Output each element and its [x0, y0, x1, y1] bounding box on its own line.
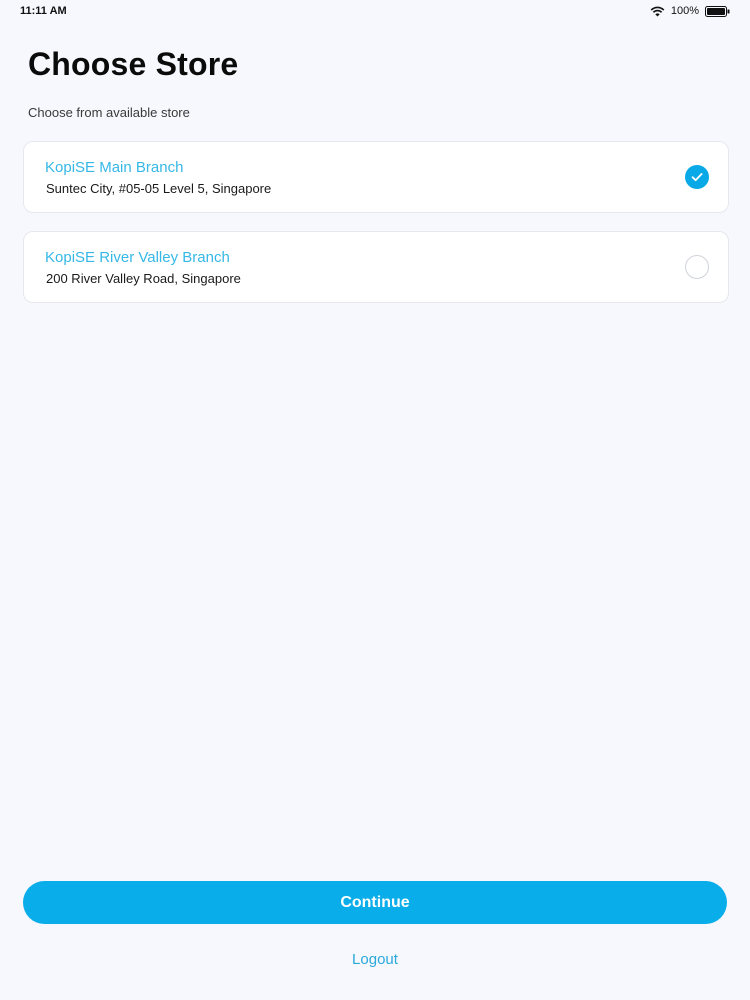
status-bar: 11:11 AM 100%	[0, 0, 750, 24]
radio-checked-icon[interactable]	[685, 165, 709, 189]
status-indicators: 100%	[650, 5, 730, 17]
battery-percent: 100%	[670, 5, 699, 17]
logout-link[interactable]: Logout	[0, 951, 750, 968]
store-list: KopiSE Main Branch Suntec City, #05-05 L…	[23, 141, 729, 321]
store-option-main-branch[interactable]: KopiSE Main Branch Suntec City, #05-05 L…	[23, 141, 729, 213]
store-name: KopiSE River Valley Branch	[45, 249, 230, 266]
continue-button[interactable]: Continue	[23, 881, 727, 924]
status-time: 11:11 AM	[20, 5, 67, 17]
store-address: 200 River Valley Road, Singapore	[46, 271, 241, 286]
page-title: Choose Store	[28, 46, 239, 82]
store-option-river-valley-branch[interactable]: KopiSE River Valley Branch 200 River Val…	[23, 231, 729, 303]
battery-icon	[705, 5, 730, 17]
radio-unchecked-icon[interactable]	[685, 255, 709, 279]
store-address: Suntec City, #05-05 Level 5, Singapore	[46, 181, 272, 196]
wifi-icon	[650, 6, 665, 17]
page-subtitle: Choose from available store	[28, 105, 190, 120]
store-name: KopiSE Main Branch	[45, 159, 184, 176]
